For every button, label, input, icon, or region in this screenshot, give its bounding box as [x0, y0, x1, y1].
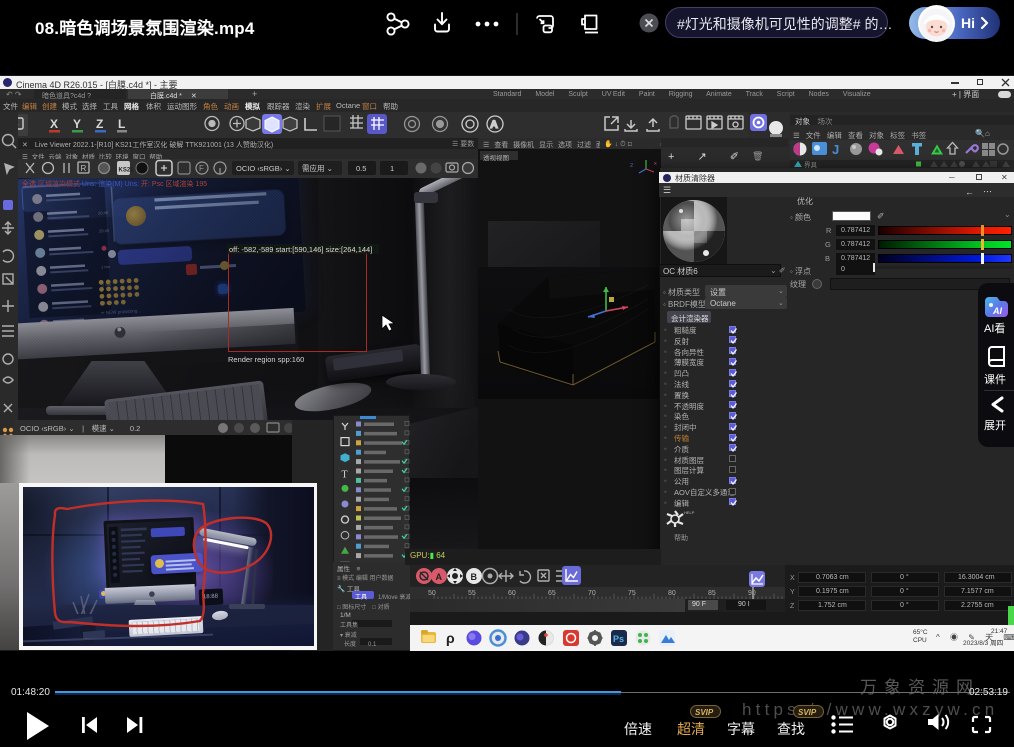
svg-text:Ps: Ps — [613, 634, 624, 644]
svg-text:90: 90 — [748, 590, 756, 597]
svg-text:J: J — [832, 142, 839, 157]
svg-text:AI: AI — [992, 306, 1002, 316]
svg-text:70: 70 — [588, 590, 596, 597]
svg-text:60: 60 — [508, 590, 516, 597]
svg-text:Z: Z — [96, 117, 103, 131]
svg-text:Y: Y — [73, 117, 81, 131]
svg-text:L: L — [118, 117, 125, 131]
svg-text:50: 50 — [428, 590, 436, 597]
svg-text:65: 65 — [548, 590, 556, 597]
svg-text:T: T — [342, 469, 348, 480]
svg-text:X: X — [50, 117, 58, 131]
svg-text:85: 85 — [708, 590, 716, 597]
svg-text:需应用 ⌄: 需应用 ⌄ — [302, 163, 333, 173]
svg-text:KS21: KS21 — [119, 168, 135, 174]
svg-text:0.5: 0.5 — [356, 164, 366, 173]
svg-text:A: A — [490, 119, 498, 131]
svg-text:OCIO ‹sRGB› ⌄: OCIO ‹sRGB› ⌄ — [236, 164, 291, 173]
svg-text:F: F — [199, 164, 204, 173]
svg-text:80: 80 — [668, 590, 676, 597]
svg-text:2: 2 — [630, 163, 633, 169]
svg-text:HELP: HELP — [684, 510, 695, 515]
svg-text:55: 55 — [468, 590, 476, 597]
svg-text:B: B — [471, 572, 478, 582]
svg-text:ρ: ρ — [446, 630, 455, 646]
svg-text:1: 1 — [390, 164, 394, 173]
svg-text:A: A — [436, 572, 443, 582]
svg-text:75: 75 — [628, 590, 636, 597]
svg-text:x: x — [654, 161, 657, 167]
svg-text:R: R — [81, 164, 87, 173]
